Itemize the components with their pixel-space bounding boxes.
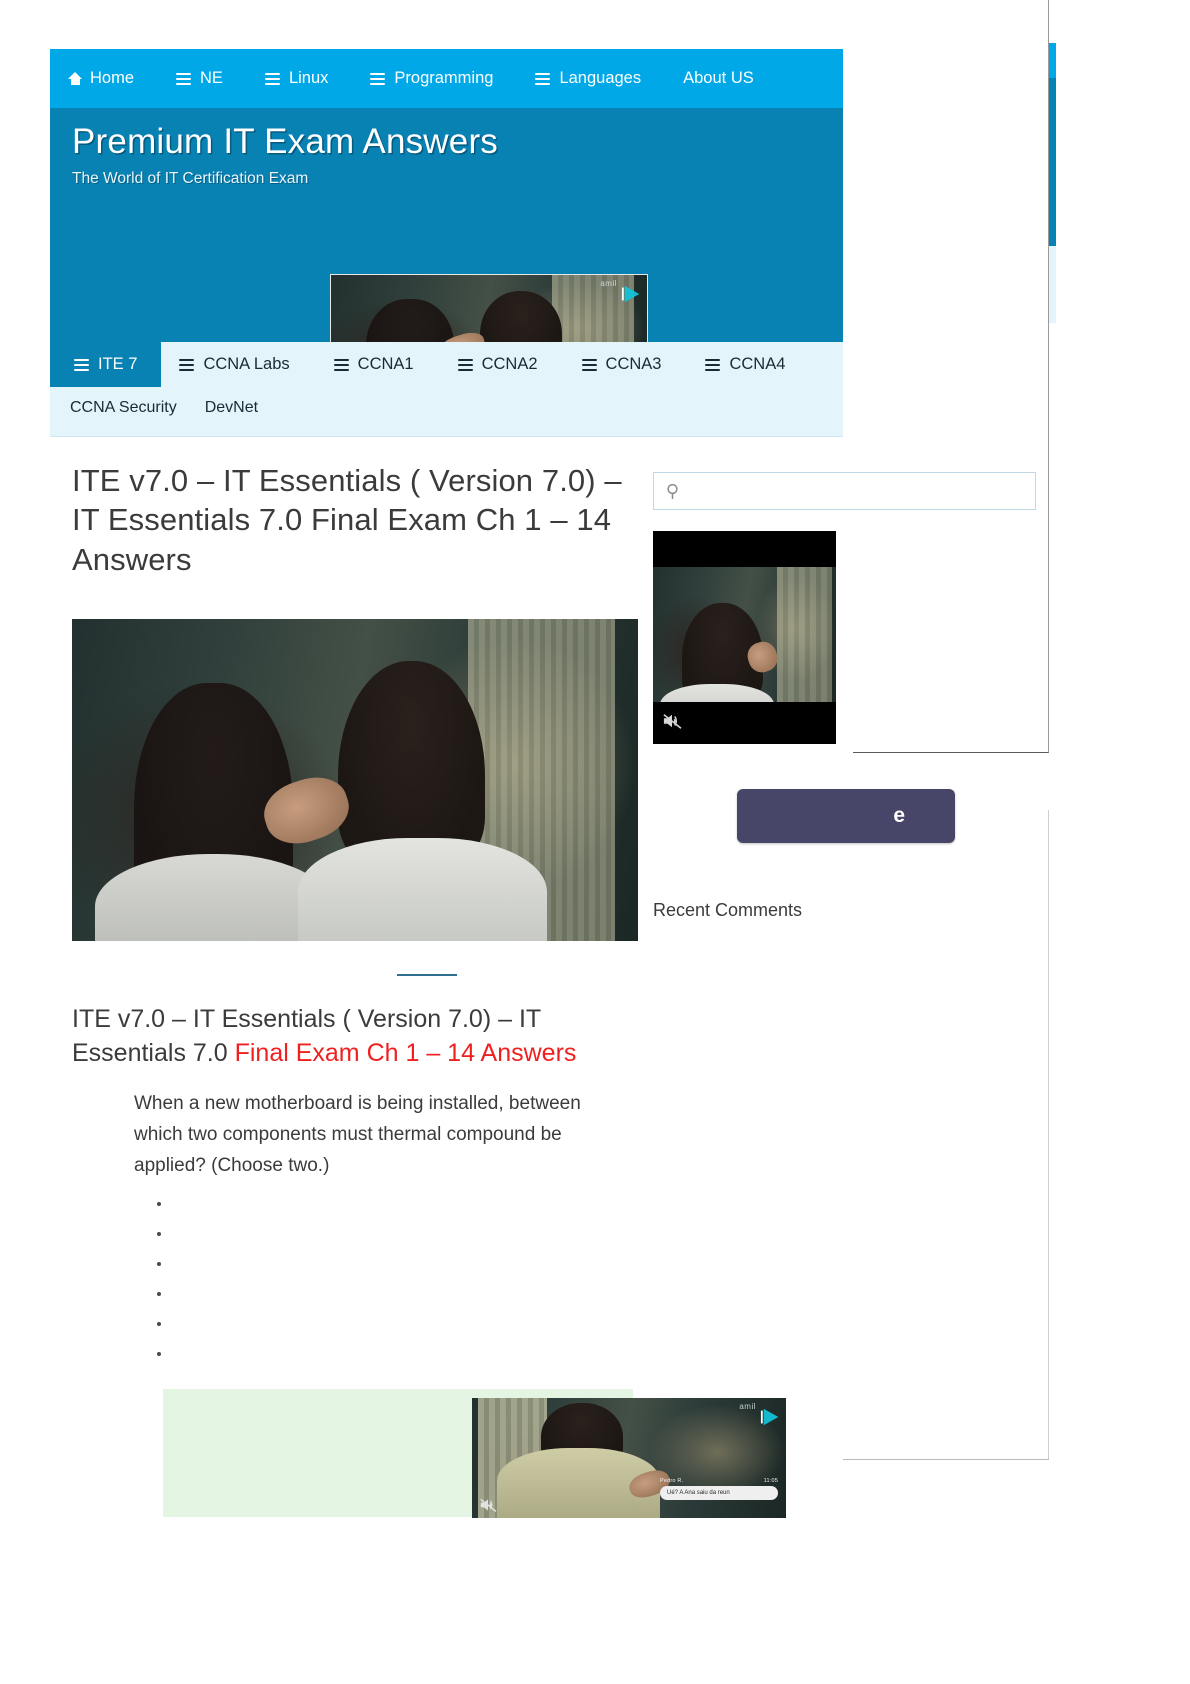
site-header-hero: Premium IT Exam Answers The World of IT … (50, 108, 843, 342)
answer-choice-item[interactable] (172, 1285, 650, 1315)
answer-choice-item[interactable] (172, 1315, 650, 1345)
video-chat-sender: Pedro R. (660, 1478, 684, 1484)
play-triangle-icon[interactable] (760, 1406, 782, 1428)
video-chat-message: Ué? A Ana saiu da reun (660, 1486, 778, 1500)
subnav-item-ite-7[interactable]: ITE 7 (50, 342, 162, 387)
answer-choice-item[interactable] (172, 1195, 650, 1225)
hamburger-icon (457, 358, 473, 371)
hamburger-icon (74, 358, 89, 371)
featured-figure-right-body (298, 838, 548, 942)
video-letterbox-top (653, 531, 836, 567)
subnav-item-ccna4[interactable]: CCNA4 (705, 342, 785, 387)
hamburger-icon (370, 72, 386, 85)
hamburger-icon (179, 358, 195, 371)
nav-item-languages-label: Languages (559, 69, 642, 87)
nav-item-home[interactable]: Home (68, 69, 134, 88)
secondary-navigation-row-1: ITE 7 CCNA Labs CCNA1 CCNA2 CCNA3 CCNA4 (50, 342, 843, 387)
nav-item-about-us-label: About US (683, 69, 754, 87)
bottom-ad-brand-watermark: amil (739, 1402, 756, 1411)
subnav-item-ccna-security[interactable]: CCNA Security (70, 393, 177, 423)
secondary-navigation: ITE 7 CCNA Labs CCNA1 CCNA2 CCNA3 CCNA4 … (50, 342, 843, 437)
post-subheading-highlight: Final Exam Ch 1 – 14 Answers (234, 1039, 577, 1068)
overlay-popup-panel (853, 0, 1049, 753)
answer-choice-item[interactable] (172, 1345, 650, 1375)
subscribe-button-label: e (893, 804, 905, 827)
nav-item-linux-label: Linux (288, 69, 329, 87)
play-triangle-icon[interactable] (621, 283, 643, 305)
question-text: When a new motherboard is being installe… (134, 1093, 581, 1176)
sidebar-video-frame (653, 531, 836, 744)
subnav-item-ccna2[interactable]: CCNA2 (457, 342, 538, 387)
featured-image-frame (72, 619, 638, 942)
nav-item-programming[interactable]: Programming (370, 69, 493, 88)
subnav-item-devnet[interactable]: DevNet (205, 393, 258, 423)
page-title: ITE v7.0 – IT Essentials ( Version 7.0) … (72, 463, 622, 577)
nav-item-home-label: Home (90, 69, 135, 87)
subscribe-button[interactable]: e (737, 789, 955, 843)
nav-item-ne[interactable]: NE (176, 69, 223, 88)
mute-icon[interactable] (661, 712, 683, 730)
recent-comments-heading: Recent Comments (653, 900, 803, 920)
nav-item-ne-label: NE (200, 69, 223, 87)
site-tagline: The World of IT Certification Exam (72, 170, 309, 188)
sidebar-ad-video[interactable] (653, 531, 836, 744)
subnav-item-ccna2-label: CCNA2 (481, 355, 538, 373)
bottom-ad-video[interactable]: amil Pedro R. 11:05 Ué? A Ana saiu da re… (472, 1398, 786, 1518)
sidebar-video-curtain (777, 567, 833, 702)
post-subheading: ITE v7.0 – IT Essentials ( Version 7.0) … (72, 1002, 650, 1070)
page-root: Home NE Linux Programming Languages Abou… (0, 0, 1190, 1684)
search-box[interactable] (653, 472, 1036, 510)
subnav-item-ccna3-label: CCNA3 (605, 355, 662, 373)
video-chat-header: Pedro R. 11:05 (660, 1478, 778, 1484)
video-chat-overlay: Pedro R. 11:05 Ué? A Ana saiu da reun (660, 1478, 778, 1500)
nav-item-about-us[interactable]: About US (683, 69, 754, 88)
hamburger-icon (581, 358, 597, 371)
hamburger-icon (264, 72, 280, 85)
bottom-video-frame: amil Pedro R. 11:05 Ué? A Ana saiu da re… (472, 1398, 786, 1518)
post-featured-image (72, 619, 638, 942)
primary-navigation: Home NE Linux Programming Languages Abou… (50, 49, 843, 108)
panel-bottom-hairline (843, 1459, 1049, 1460)
nav-item-languages[interactable]: Languages (535, 69, 641, 88)
main-column: ITE v7.0 – IT Essentials ( Version 7.0) … (50, 437, 650, 1375)
home-icon (68, 72, 82, 85)
hamburger-icon (705, 358, 721, 371)
hamburger-icon (176, 72, 192, 85)
header-ad-video[interactable]: amil (330, 274, 648, 342)
subnav-item-ccna4-label: CCNA4 (729, 355, 786, 373)
subnav-item-ccna-security-label: CCNA Security (70, 399, 177, 416)
sidebar-right-rule (1048, 810, 1049, 1460)
hamburger-icon (535, 72, 551, 85)
subnav-item-ccna3[interactable]: CCNA3 (581, 342, 662, 387)
answer-choice-item[interactable] (172, 1255, 650, 1285)
subnav-item-ccna1-label: CCNA1 (357, 355, 414, 373)
subnav-item-ccna-labs-label: CCNA Labs (203, 355, 290, 373)
subnav-item-ccna1[interactable]: CCNA1 (333, 342, 414, 387)
site-title: Premium IT Exam Answers (72, 122, 499, 161)
hamburger-icon (333, 358, 349, 371)
answer-choice-item[interactable] (172, 1225, 650, 1255)
search-input[interactable] (654, 473, 1035, 509)
secondary-navigation-row-2: CCNA Security DevNet (50, 387, 843, 427)
answer-choices-list (172, 1195, 650, 1375)
subnav-item-ite-7-label: ITE 7 (98, 355, 138, 373)
nav-item-programming-label: Programming (394, 69, 494, 87)
video-chat-time: 11:05 (763, 1478, 778, 1484)
video-frame: amil (331, 275, 647, 342)
subnav-item-devnet-label: DevNet (204, 399, 259, 416)
section-divider (397, 974, 457, 977)
nav-item-linux[interactable]: Linux (264, 69, 329, 88)
subnav-item-ccna-labs[interactable]: CCNA Labs (179, 342, 290, 387)
mute-icon[interactable] (478, 1497, 498, 1513)
ad-brand-watermark: amil (600, 279, 617, 288)
